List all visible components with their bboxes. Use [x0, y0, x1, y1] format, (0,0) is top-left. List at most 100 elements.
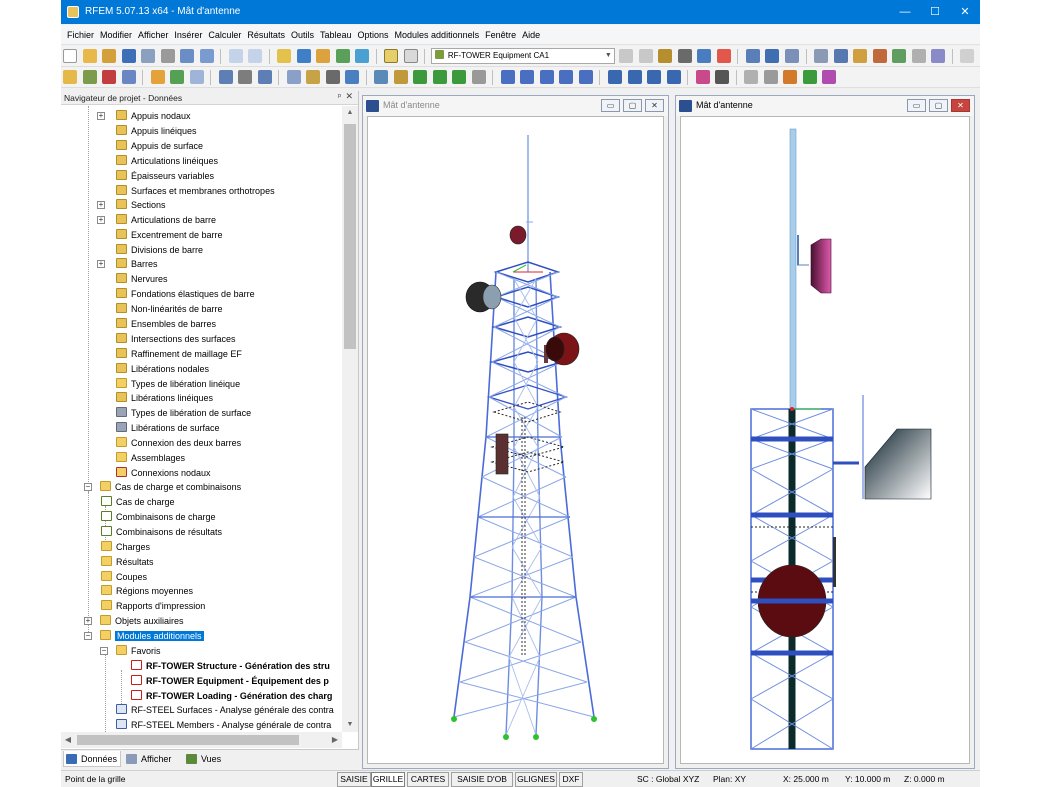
section-tool-icon[interactable]: [822, 70, 837, 84]
selection-icon[interactable]: [607, 70, 622, 84]
hinge-tool-icon[interactable]: [189, 70, 204, 84]
tree-item-sections[interactable]: + Sections: [97, 198, 166, 212]
menu-tableau[interactable]: Tableau: [317, 25, 355, 44]
line-tool-icon[interactable]: [82, 70, 97, 84]
tree-item-regions-moyennes[interactable]: Régions moyennes: [101, 584, 193, 598]
guide-line-icon[interactable]: [783, 70, 798, 84]
connect-icon[interactable]: [393, 70, 408, 84]
tree-item-favoris[interactable]: − Favoris: [99, 644, 161, 658]
view-x-icon[interactable]: [520, 70, 535, 84]
minimize-button[interactable]: —: [890, 0, 920, 24]
extrude-icon[interactable]: [413, 70, 428, 84]
invert-selection-icon[interactable]: [666, 70, 681, 84]
tree-item-surfaces-orthotropes[interactable]: Surfaces et membranes orthotropes: [116, 184, 275, 198]
mode-dxf-button[interactable]: DXF: [559, 772, 583, 787]
view-top-icon[interactable]: [578, 70, 593, 84]
edit-icon[interactable]: [277, 49, 292, 63]
clipping-plane-icon[interactable]: [802, 70, 817, 84]
select-all-icon[interactable]: [647, 70, 662, 84]
coordinates-icon[interactable]: [892, 49, 907, 63]
close-button[interactable]: ✕: [950, 0, 980, 24]
view-settings-icon[interactable]: [745, 49, 760, 63]
values-icon[interactable]: [677, 49, 692, 63]
tree-item-rf-tower-equipment[interactable]: RF-TOWER Equipment - Équipement des p: [131, 674, 329, 688]
calculate-icon[interactable]: [316, 49, 331, 63]
mode-cartes-button[interactable]: CARTES: [407, 772, 449, 787]
surface-tool-icon[interactable]: [121, 70, 136, 84]
tree-item-types-liberation-lineique[interactable]: Types de libération linéique: [116, 377, 240, 391]
expand-icon[interactable]: +: [97, 260, 105, 268]
menu-modules-additionnels[interactable]: Modules additionnels: [392, 25, 483, 44]
zoom-icon[interactable]: [296, 49, 311, 63]
release-tool-icon[interactable]: [170, 70, 185, 84]
dimensions-icon[interactable]: [872, 49, 887, 63]
mode-saisie-button[interactable]: SAISIE: [337, 772, 371, 787]
settings-icon[interactable]: [471, 70, 486, 84]
open-project-icon[interactable]: [102, 49, 117, 63]
tree-item-raffinement-maillage[interactable]: Raffinement de maillage EF: [116, 347, 242, 361]
tree-item-objets-auxiliaires[interactable]: + Objets auxiliaires: [83, 614, 184, 628]
undo-icon[interactable]: [228, 49, 243, 63]
tab-afficher[interactable]: Afficher: [124, 751, 182, 767]
tree-item-cas-charge[interactable]: Cas de charge: [101, 495, 175, 509]
member-tool-icon[interactable]: [102, 70, 117, 84]
node-tool-icon[interactable]: [63, 70, 77, 84]
tree-item-appuis-surface[interactable]: Appuis de surface: [116, 139, 203, 153]
tree-item-nervures[interactable]: Nervures: [116, 272, 168, 286]
load-tool-icon[interactable]: [218, 70, 233, 84]
maximize-button[interactable]: ☐: [920, 0, 950, 24]
deformation-icon[interactable]: [697, 49, 712, 63]
divide-icon[interactable]: [374, 70, 389, 84]
tree-item-resultats[interactable]: Résultats: [101, 555, 154, 569]
menu-aide[interactable]: Aide: [519, 25, 543, 44]
save-icon[interactable]: [121, 49, 136, 63]
tree-item-excentrement[interactable]: Excentrement de barre: [116, 228, 223, 242]
rotate-icon[interactable]: [325, 70, 340, 84]
scrollbar-thumb[interactable]: [344, 124, 356, 349]
minimize-window-button[interactable]: ▭: [601, 99, 620, 112]
close-window-button[interactable]: ✕: [951, 99, 970, 112]
tree-item-divisions-barre[interactable]: Divisions de barre: [116, 243, 203, 257]
loadcase-selector[interactable]: RF-TOWER Equipment CA1 ▼: [430, 48, 615, 64]
tree-item-liberations-surface[interactable]: Libérations de surface: [116, 421, 220, 435]
dimension-icon[interactable]: [744, 70, 759, 84]
view-iso-icon[interactable]: [500, 70, 515, 84]
tree-item-rf-steel-surfaces[interactable]: RF-STEEL Surfaces - Analyse générale des…: [116, 703, 334, 717]
view-y-icon[interactable]: [539, 70, 554, 84]
render-icon[interactable]: [765, 49, 780, 63]
menu-options[interactable]: Options: [355, 25, 392, 44]
tree-item-non-linearites[interactable]: Non-linéarités de barre: [116, 302, 223, 316]
select-window-icon[interactable]: [627, 70, 642, 84]
tree-item-appuis-lineiques[interactable]: Appuis linéiques: [116, 124, 197, 138]
visibility-mode-icon[interactable]: [715, 70, 730, 84]
support-tool-icon[interactable]: [150, 70, 165, 84]
sections-icon[interactable]: [853, 49, 868, 63]
menu-calculer[interactable]: Calculer: [205, 25, 244, 44]
view-z-icon[interactable]: [559, 70, 574, 84]
menu-resultats[interactable]: Résultats: [244, 25, 288, 44]
collapse-icon[interactable]: −: [100, 647, 108, 655]
navigator-horizontal-scrollbar[interactable]: ◀ ▶: [61, 732, 342, 748]
next-loadcase-icon[interactable]: [638, 49, 653, 63]
tree-item-charges[interactable]: Charges: [101, 540, 150, 554]
snap-icon[interactable]: [833, 49, 848, 63]
side-viewport[interactable]: [680, 116, 970, 764]
report-icon[interactable]: [199, 49, 214, 63]
grid-icon[interactable]: [814, 49, 829, 63]
collapse-icon[interactable]: −: [84, 632, 92, 640]
minimize-window-button[interactable]: ▭: [907, 99, 926, 112]
view-window-isometric[interactable]: Mât d'antenne ▭ ▢ ✕: [362, 95, 669, 769]
expand-icon[interactable]: +: [97, 216, 105, 224]
surface-load-icon[interactable]: [257, 70, 272, 84]
wireframe-icon[interactable]: [784, 49, 799, 63]
tree-item-connexion-deux-barres[interactable]: Connexion des deux barres: [116, 436, 241, 450]
tree-item-coupes[interactable]: Coupes: [101, 570, 147, 584]
member-load-icon[interactable]: [238, 70, 253, 84]
tree-item-types-liberation-surface[interactable]: Types de libération de surface: [116, 406, 251, 420]
navigator-vertical-scrollbar[interactable]: ▲ ▼: [342, 106, 358, 732]
results-icon[interactable]: [335, 49, 350, 63]
view-window-side[interactable]: Mât d'antenne ▭ ▢ ✕: [675, 95, 975, 769]
tree-item-articulations-lineiques[interactable]: Articulations linéiques: [116, 154, 218, 168]
tree-item-cas-charge-combinaisons[interactable]: − Cas de charge et combinaisons: [83, 480, 241, 494]
mode-glignes-button[interactable]: GLIGNES: [515, 772, 557, 787]
